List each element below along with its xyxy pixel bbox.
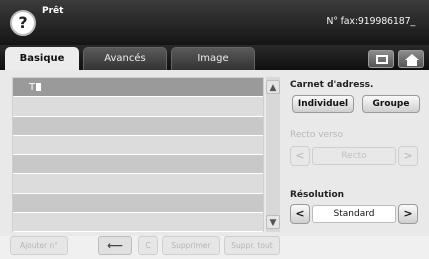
list-item-text: T xyxy=(29,82,36,93)
delete-button[interactable]: Supprimer xyxy=(162,236,220,255)
tab-image[interactable]: Image xyxy=(171,47,255,70)
duplex-prev-button[interactable]: < xyxy=(290,146,310,166)
duplex-selector: < Recto > xyxy=(290,146,418,166)
fax-number: N° fax:919986187_ xyxy=(326,16,415,27)
status-bar: ? Prêt N° fax:919986187_ xyxy=(0,0,429,45)
backspace-button[interactable]: ⟵ xyxy=(98,236,132,255)
list-item[interactable] xyxy=(13,213,263,233)
home-icon-base xyxy=(407,60,417,66)
copy-screen-icon xyxy=(376,55,388,64)
group-button[interactable]: Groupe xyxy=(362,95,420,113)
resolution-next-button[interactable]: > xyxy=(398,204,418,224)
scroll-up-button[interactable]: ▲ xyxy=(266,80,280,94)
copy-screen-button[interactable] xyxy=(368,50,394,68)
resolution-value: Standard xyxy=(312,205,396,223)
delete-all-button[interactable]: Suppr. tout xyxy=(224,236,280,255)
status-text: Prêt xyxy=(42,6,64,16)
text-cursor xyxy=(36,83,42,91)
list-item[interactable]: T xyxy=(13,78,263,98)
individual-button[interactable]: Individuel xyxy=(292,95,354,113)
recipient-list[interactable]: T xyxy=(12,77,264,233)
home-button[interactable] xyxy=(398,50,424,68)
add-number-button[interactable]: Ajouter n° xyxy=(10,236,68,255)
address-book-label: Carnet d'adress. xyxy=(290,80,374,90)
list-item[interactable] xyxy=(13,116,263,136)
list-item[interactable] xyxy=(13,174,263,194)
resolution-label: Résolution xyxy=(290,190,345,200)
list-item[interactable] xyxy=(13,193,263,214)
tab-basique[interactable]: Basique xyxy=(5,47,79,70)
resolution-prev-button[interactable]: < xyxy=(290,204,310,224)
resolution-selector: < Standard > xyxy=(290,204,418,224)
help-button[interactable]: ? xyxy=(10,10,36,36)
tab-bar: Basique Avancés Image xyxy=(0,45,429,70)
duplex-label: Recto verso xyxy=(290,130,343,140)
duplex-value: Recto xyxy=(312,147,396,165)
clear-button[interactable]: C xyxy=(138,236,158,255)
tab-avances[interactable]: Avancés xyxy=(83,47,167,70)
scroll-down-button[interactable]: ▼ xyxy=(266,215,280,229)
list-item[interactable] xyxy=(13,155,263,175)
list-item[interactable] xyxy=(13,97,263,117)
list-scrollbar[interactable]: ▲ ▼ xyxy=(266,77,280,232)
list-item[interactable] xyxy=(13,135,263,156)
duplex-next-button[interactable]: > xyxy=(398,146,418,166)
fax-screen: ? Prêt N° fax:919986187_ Basique Avancés… xyxy=(0,0,429,259)
